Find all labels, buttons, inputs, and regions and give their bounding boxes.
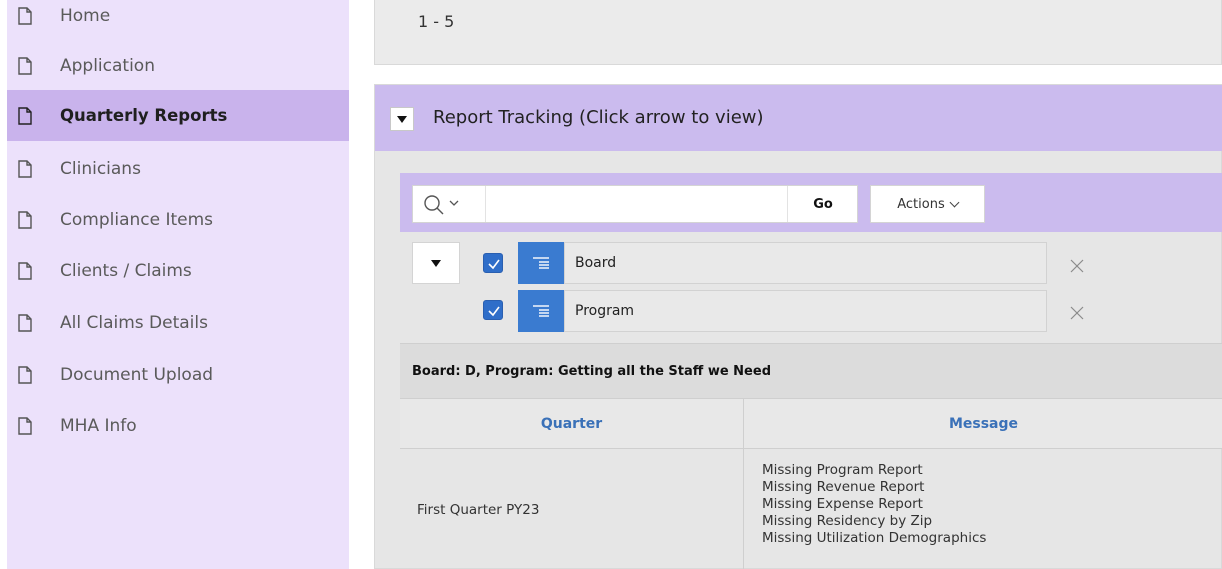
sidebar-item-label: Application bbox=[60, 55, 155, 76]
sidebar-item-label: Clinicians bbox=[60, 158, 141, 179]
sidebar-item-compliance-items[interactable]: Compliance Items bbox=[7, 194, 349, 245]
chevron-down-icon bbox=[449, 200, 459, 206]
board-break-checkbox[interactable] bbox=[483, 253, 503, 273]
caret-down-icon bbox=[397, 115, 407, 123]
sidebar-item-quarterly-reports[interactable]: Quarterly Reports bbox=[7, 90, 349, 141]
control-break-header: Board: D, Program: Getting all the Staff… bbox=[400, 343, 1222, 399]
page-icon bbox=[18, 106, 32, 125]
message-line: Missing Expense Report bbox=[762, 496, 923, 512]
page-icon bbox=[18, 56, 32, 75]
check-icon bbox=[488, 259, 500, 270]
sidebar-item-all-claims-details[interactable]: All Claims Details bbox=[7, 297, 349, 348]
report-toolbar: Go Actions bbox=[400, 173, 1222, 232]
message-line: Missing Revenue Report bbox=[762, 479, 925, 495]
sidebar-item-application[interactable]: Application bbox=[7, 40, 349, 91]
control-break-toggle[interactable] bbox=[412, 242, 460, 284]
sidebar-item-label: All Claims Details bbox=[60, 312, 208, 333]
search-bar: Go bbox=[412, 185, 858, 223]
sidebar-item-label: Quarterly Reports bbox=[60, 106, 228, 125]
page-icon bbox=[18, 365, 32, 384]
page-icon bbox=[18, 313, 32, 332]
page-icon bbox=[18, 210, 32, 229]
region-collapse-button[interactable] bbox=[390, 107, 414, 131]
sidebar-item-label: MHA Info bbox=[60, 415, 137, 436]
table-cell-message: Missing Program Report Missing Revenue R… bbox=[744, 450, 1222, 569]
sidebar-item-home[interactable]: Home bbox=[7, 0, 349, 41]
message-line: Missing Program Report bbox=[762, 462, 923, 478]
sidebar-item-mha-info[interactable]: MHA Info bbox=[7, 400, 349, 451]
pagination-range: 1 - 5 bbox=[418, 12, 455, 31]
list-icon bbox=[533, 305, 549, 317]
sidebar-item-label: Compliance Items bbox=[60, 209, 214, 230]
control-break-icon bbox=[518, 242, 564, 284]
board-break-field[interactable]: Board bbox=[564, 242, 1047, 284]
region-title: Report Tracking (Click arrow to view) bbox=[433, 107, 764, 128]
close-icon[interactable] bbox=[1068, 304, 1088, 324]
chevron-down-icon bbox=[949, 197, 960, 207]
program-break-field[interactable]: Program bbox=[564, 290, 1047, 332]
list-icon bbox=[533, 257, 549, 269]
search-input[interactable] bbox=[485, 186, 787, 222]
sidebar-item-label: Clients / Claims bbox=[60, 260, 192, 281]
column-header-message[interactable]: Message bbox=[744, 399, 1222, 449]
main-content: 1 - 5 Report Tracking (Click arrow to vi… bbox=[349, 0, 1222, 569]
page-icon bbox=[18, 416, 32, 435]
sidebar-nav: Home Application Quarterly Reports Clini… bbox=[7, 0, 349, 569]
search-column-selector[interactable] bbox=[413, 186, 485, 222]
close-icon[interactable] bbox=[1068, 257, 1088, 277]
page-icon bbox=[18, 6, 32, 25]
check-icon bbox=[488, 306, 500, 317]
sidebar-item-clinicians[interactable]: Clinicians bbox=[7, 143, 349, 194]
sidebar-item-document-upload[interactable]: Document Upload bbox=[7, 349, 349, 400]
program-break-checkbox[interactable] bbox=[483, 300, 503, 320]
search-icon bbox=[424, 195, 444, 215]
sidebar-item-label: Home bbox=[60, 5, 111, 26]
region-header: Report Tracking (Click arrow to view) bbox=[375, 85, 1222, 151]
message-line: Missing Utilization Demographics bbox=[762, 530, 987, 546]
message-line: Missing Residency by Zip bbox=[762, 513, 933, 529]
actions-label: Actions bbox=[897, 196, 945, 212]
table-cell-quarter: First Quarter PY23 bbox=[417, 502, 540, 518]
report-tracking-region: Report Tracking (Click arrow to view) Go… bbox=[374, 84, 1222, 569]
page-icon bbox=[18, 159, 32, 178]
column-header-quarter[interactable]: Quarter bbox=[400, 399, 743, 449]
caret-down-icon bbox=[431, 259, 441, 267]
sidebar-item-label: Document Upload bbox=[60, 364, 214, 385]
page-icon bbox=[18, 261, 32, 280]
go-button[interactable]: Go bbox=[787, 186, 858, 222]
control-break-icon bbox=[518, 290, 564, 332]
sidebar-item-clients-claims[interactable]: Clients / Claims bbox=[7, 245, 349, 296]
actions-menu-button[interactable]: Actions bbox=[870, 185, 985, 223]
previous-report-region: 1 - 5 bbox=[374, 0, 1222, 65]
